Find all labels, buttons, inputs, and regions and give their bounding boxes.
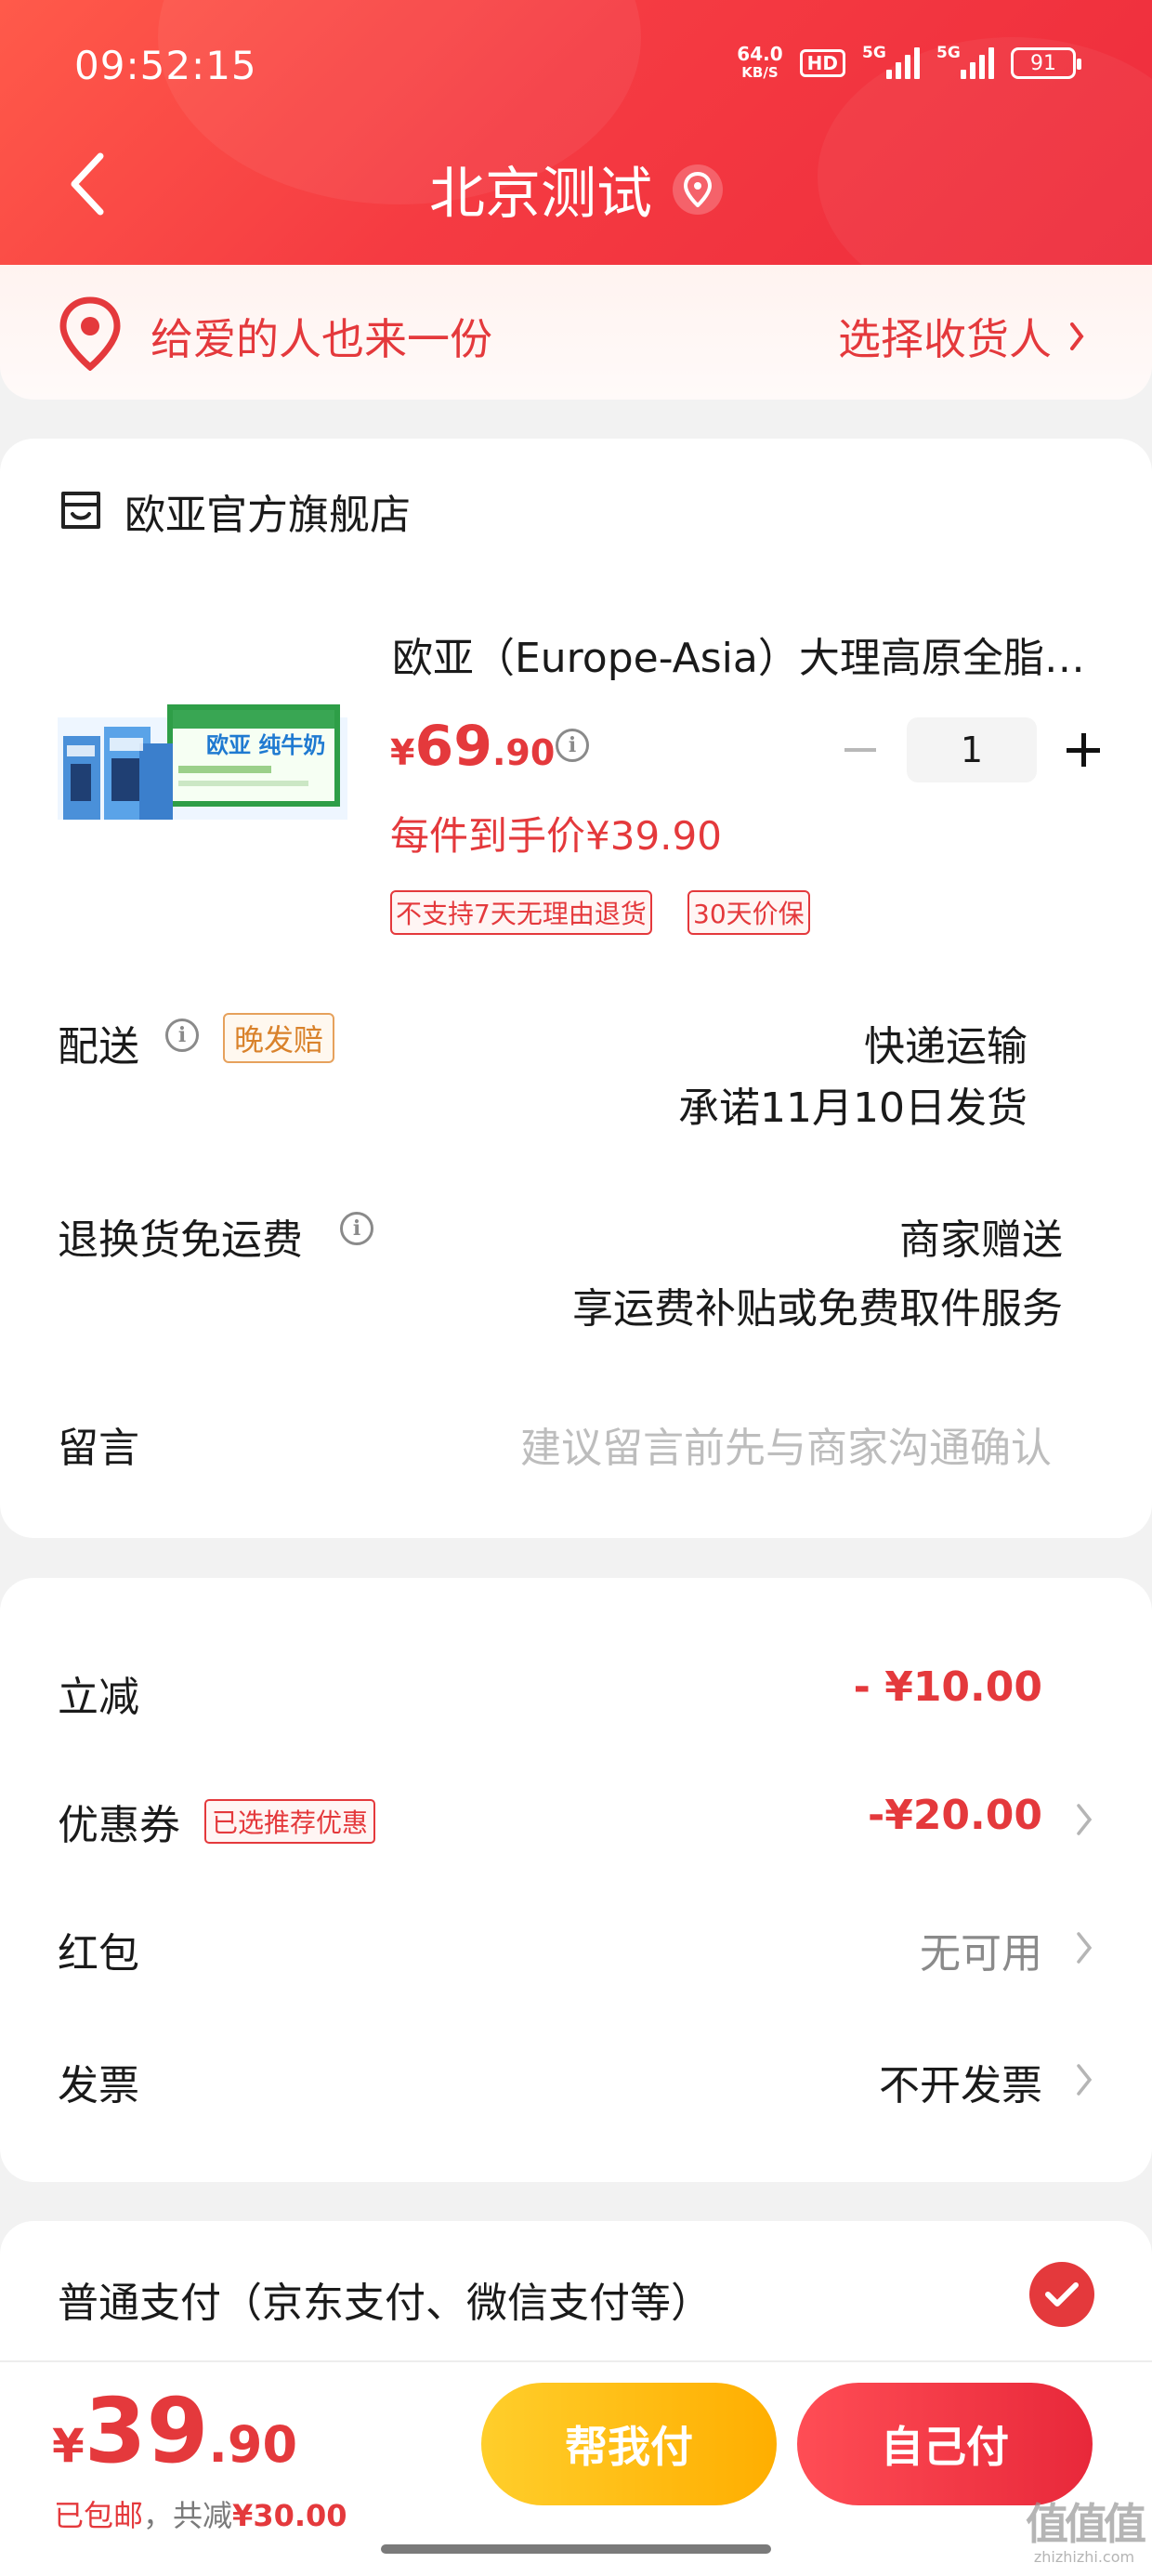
note-input[interactable]: 建议留言前先与商家沟通确认 — [520, 1414, 1052, 1474]
product-image-text: 欧亚 纯牛奶 — [206, 732, 325, 758]
gift-bar[interactable]: 给爱的人也来一份 选择收货人 — [0, 265, 1152, 400]
quantity-input[interactable]: 1 — [907, 717, 1037, 782]
return-shipping-label: 退换货免运费 — [58, 1216, 303, 1264]
signal-icon: 5G — [862, 44, 920, 79]
payment-method-label: 普通支付（京东支付、微信支付等） — [58, 2280, 712, 2327]
info-icon[interactable]: i — [165, 1019, 199, 1052]
payment-selected-check[interactable] — [1029, 2262, 1094, 2327]
status-time: 09:52:15 — [74, 43, 257, 88]
self-pay-button[interactable]: 自己付 — [797, 2383, 1093, 2505]
invoice-value: 不开发票 — [879, 2062, 1042, 2109]
network-speed: 64.0 KB/S — [737, 43, 783, 81]
coupon-tag: 已选推荐优惠 — [204, 1799, 376, 1844]
decrease-quantity-button[interactable] — [832, 722, 888, 778]
invoice-row[interactable]: 发票 不开发票 — [0, 2041, 1152, 2115]
address-title[interactable]: 北京测试 — [429, 149, 652, 230]
check-icon — [1045, 2282, 1079, 2307]
quantity-stepper: 1 — [832, 717, 1111, 782]
instant-discount-row: 立减 - ¥10.00 — [58, 1663, 1042, 1721]
note-label: 留言 — [58, 1425, 139, 1472]
chevron-right-icon — [1077, 2064, 1093, 2096]
return-shipping-value: 商家赠送 — [899, 1216, 1063, 1264]
page-title: 北京测试 — [0, 149, 1152, 230]
store-row[interactable]: 欧亚官方旗舰店 — [58, 481, 411, 541]
return-shipping-desc: 享运费补贴或免费取件服务 — [572, 1285, 1063, 1333]
help-pay-button[interactable]: 帮我付 — [481, 2383, 777, 2505]
total-price: ¥ 39 .90 — [52, 2379, 298, 2483]
select-recipient-button[interactable]: 选择收货人 — [838, 306, 1085, 367]
chevron-right-icon — [1077, 1804, 1093, 1835]
location-pin-icon — [59, 296, 121, 371]
no-return-tag: 不支持7天无理由退货 — [390, 890, 652, 935]
delivery-method[interactable]: 快递运输 — [864, 1013, 1028, 1072]
increase-quantity-button[interactable] — [1055, 722, 1111, 778]
chevron-right-icon — [1070, 322, 1084, 350]
home-indicator[interactable] — [381, 2544, 771, 2554]
coupon-row[interactable]: 优惠券 已选推荐优惠 -¥20.00 — [0, 1781, 1152, 1855]
product-image[interactable]: 欧亚 纯牛奶 — [58, 699, 347, 825]
shipping-summary: 已包邮，共减¥30.00 — [54, 2498, 347, 2533]
unit-final-price: 每件到手价¥39.90 — [390, 813, 722, 859]
chevron-right-icon — [1077, 1932, 1093, 1964]
red-packet-value: 无可用 — [920, 1930, 1042, 1978]
product-price: ¥ 69 .90 — [390, 714, 556, 779]
hd-icon: HD — [799, 49, 845, 77]
delivery-promise: 承诺11月10日发货 — [678, 1084, 1028, 1132]
delivery-label: 配送 — [58, 1023, 139, 1071]
coupon-value: -¥20.00 — [867, 1792, 1042, 1839]
order-product-card: 欧亚官方旗舰店 欧亚 纯牛奶 欧亚（Europe-Asia）大理高原全脂纯牛奶 … — [0, 439, 1152, 1538]
location-pin-icon[interactable] — [673, 164, 723, 215]
product-name[interactable]: 欧亚（Europe-Asia）大理高原全脂纯牛奶 — [392, 624, 1098, 684]
watermark-logo: 值值值 zhizhizhi.com — [1026, 2499, 1146, 2566]
battery-icon: 91 — [1011, 47, 1081, 79]
red-packet-row[interactable]: 红包 无可用 — [0, 1909, 1152, 1983]
price-protect-tag: 30天价保 — [687, 890, 810, 935]
late-compensation-badge: 晚发赔 — [223, 1013, 335, 1063]
store-icon — [61, 492, 100, 529]
info-icon[interactable]: i — [556, 729, 589, 762]
discount-card: 立减 - ¥10.00 优惠券 已选推荐优惠 -¥20.00 红包 无可用 发票… — [0, 1578, 1152, 2182]
gift-text: 给爱的人也来一份 — [151, 314, 492, 364]
status-icons: 64.0 KB/S HD 5G 5G 91 — [737, 43, 1081, 82]
minus-icon — [844, 748, 876, 752]
header: 09:52:15 64.0 KB/S HD 5G 5G 91 北京测试 — [0, 0, 1152, 265]
store-name: 欧亚官方旗舰店 — [124, 492, 411, 539]
instant-discount-value: - ¥10.00 — [853, 1663, 1042, 1711]
info-icon[interactable]: i — [340, 1212, 373, 1245]
signal-icon: 5G — [936, 44, 994, 79]
